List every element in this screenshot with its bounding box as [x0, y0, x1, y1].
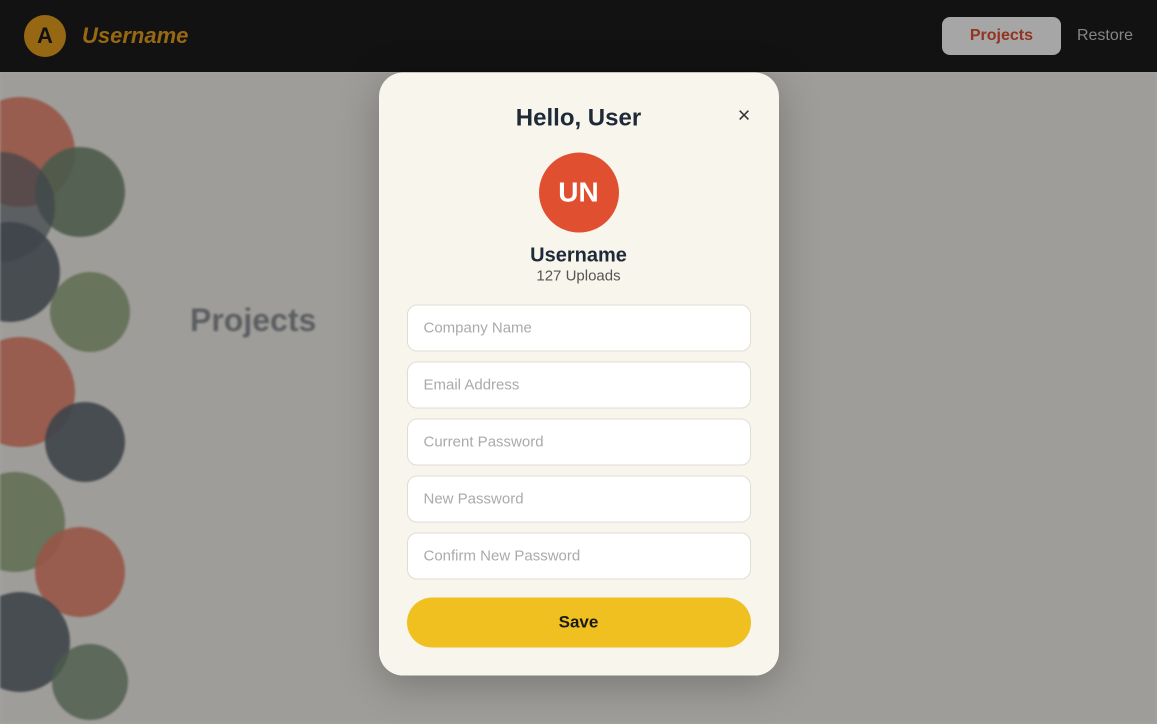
modal-uploads: 127 Uploads: [407, 268, 751, 285]
new-password-input[interactable]: [407, 476, 751, 523]
current-password-input[interactable]: [407, 419, 751, 466]
company-name-input[interactable]: [407, 305, 751, 352]
email-address-input[interactable]: [407, 362, 751, 409]
confirm-password-input[interactable]: [407, 533, 751, 580]
user-profile-modal: Hello, User × UN Username 127 Uploads Sa…: [379, 73, 779, 676]
modal-close-button[interactable]: ×: [738, 105, 751, 127]
avatar-initials: UN: [558, 177, 598, 209]
save-button[interactable]: Save: [407, 598, 751, 648]
modal-title: Hello, User: [516, 105, 641, 133]
modal-header: Hello, User ×: [407, 105, 751, 133]
user-avatar: UN: [539, 153, 619, 233]
modal-username: Username: [407, 245, 751, 268]
